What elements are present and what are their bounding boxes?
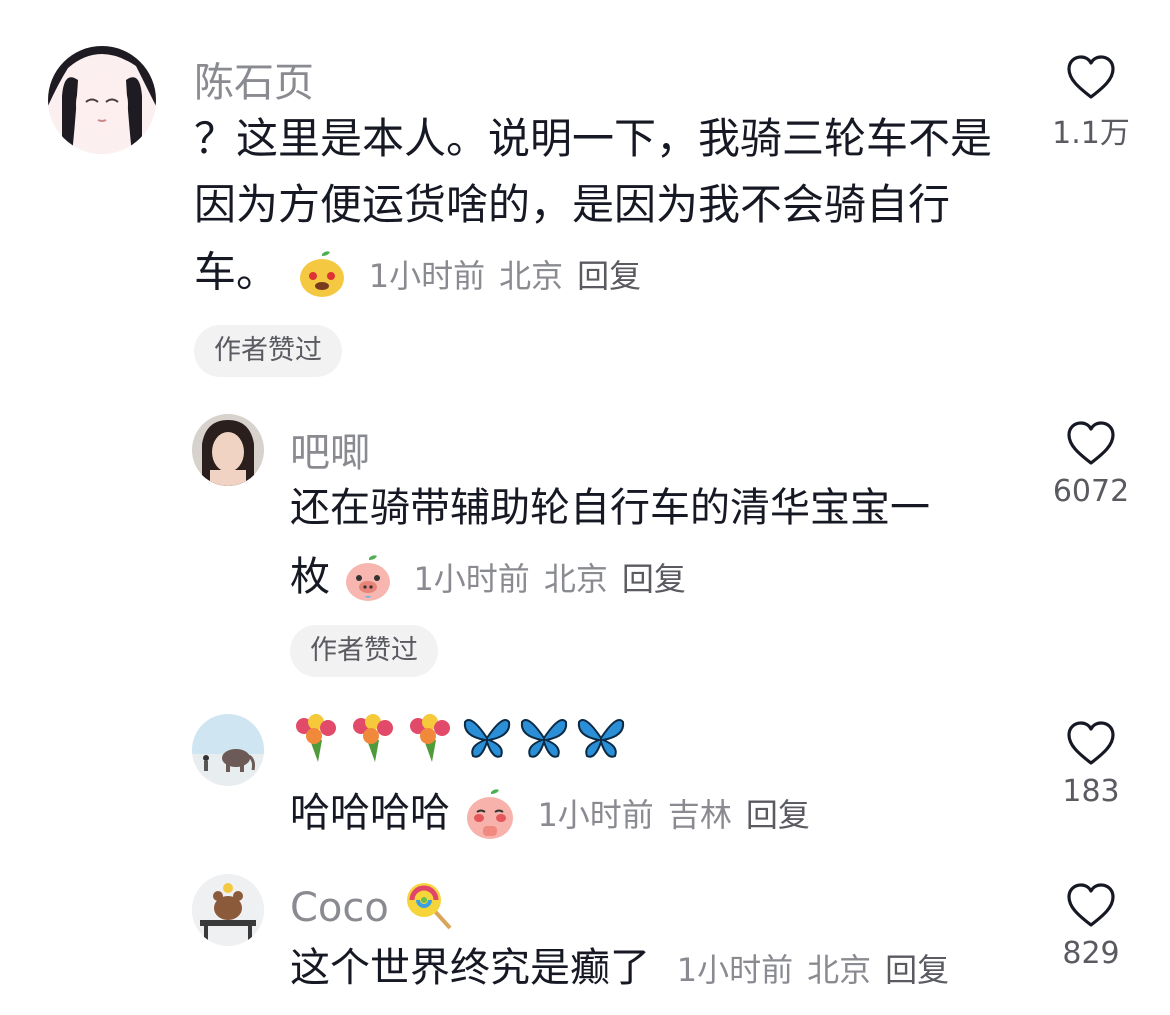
comment-text-line: 这个世界终究是癫了 1小时前 北京 回复	[290, 948, 963, 988]
heart-icon	[1067, 883, 1115, 927]
brown-bear-avatar-icon	[192, 874, 264, 946]
avatar[interactable]	[192, 874, 264, 946]
username[interactable]: Coco	[290, 878, 456, 942]
comment-text: 这个世界终究是癫了 1小时前 北京 回复	[290, 948, 1030, 1004]
comment-item: Coco 这个世界终究是癫了 1小时前 北京 回复 829	[0, 0, 1170, 1015]
reply-button[interactable]: 回复	[885, 951, 949, 989]
comment-time: 1小时前	[676, 951, 794, 989]
comment-location: 北京	[807, 951, 872, 989]
like-button[interactable]: 829	[1036, 882, 1146, 971]
comment-text-tail: 这个世界终究是癫了	[290, 945, 650, 991]
username-text: Coco	[290, 885, 389, 931]
like-count: 829	[1062, 936, 1120, 971]
lollipop-icon	[402, 878, 456, 942]
comment-meta: 1小时前 北京 回复	[677, 951, 963, 989]
